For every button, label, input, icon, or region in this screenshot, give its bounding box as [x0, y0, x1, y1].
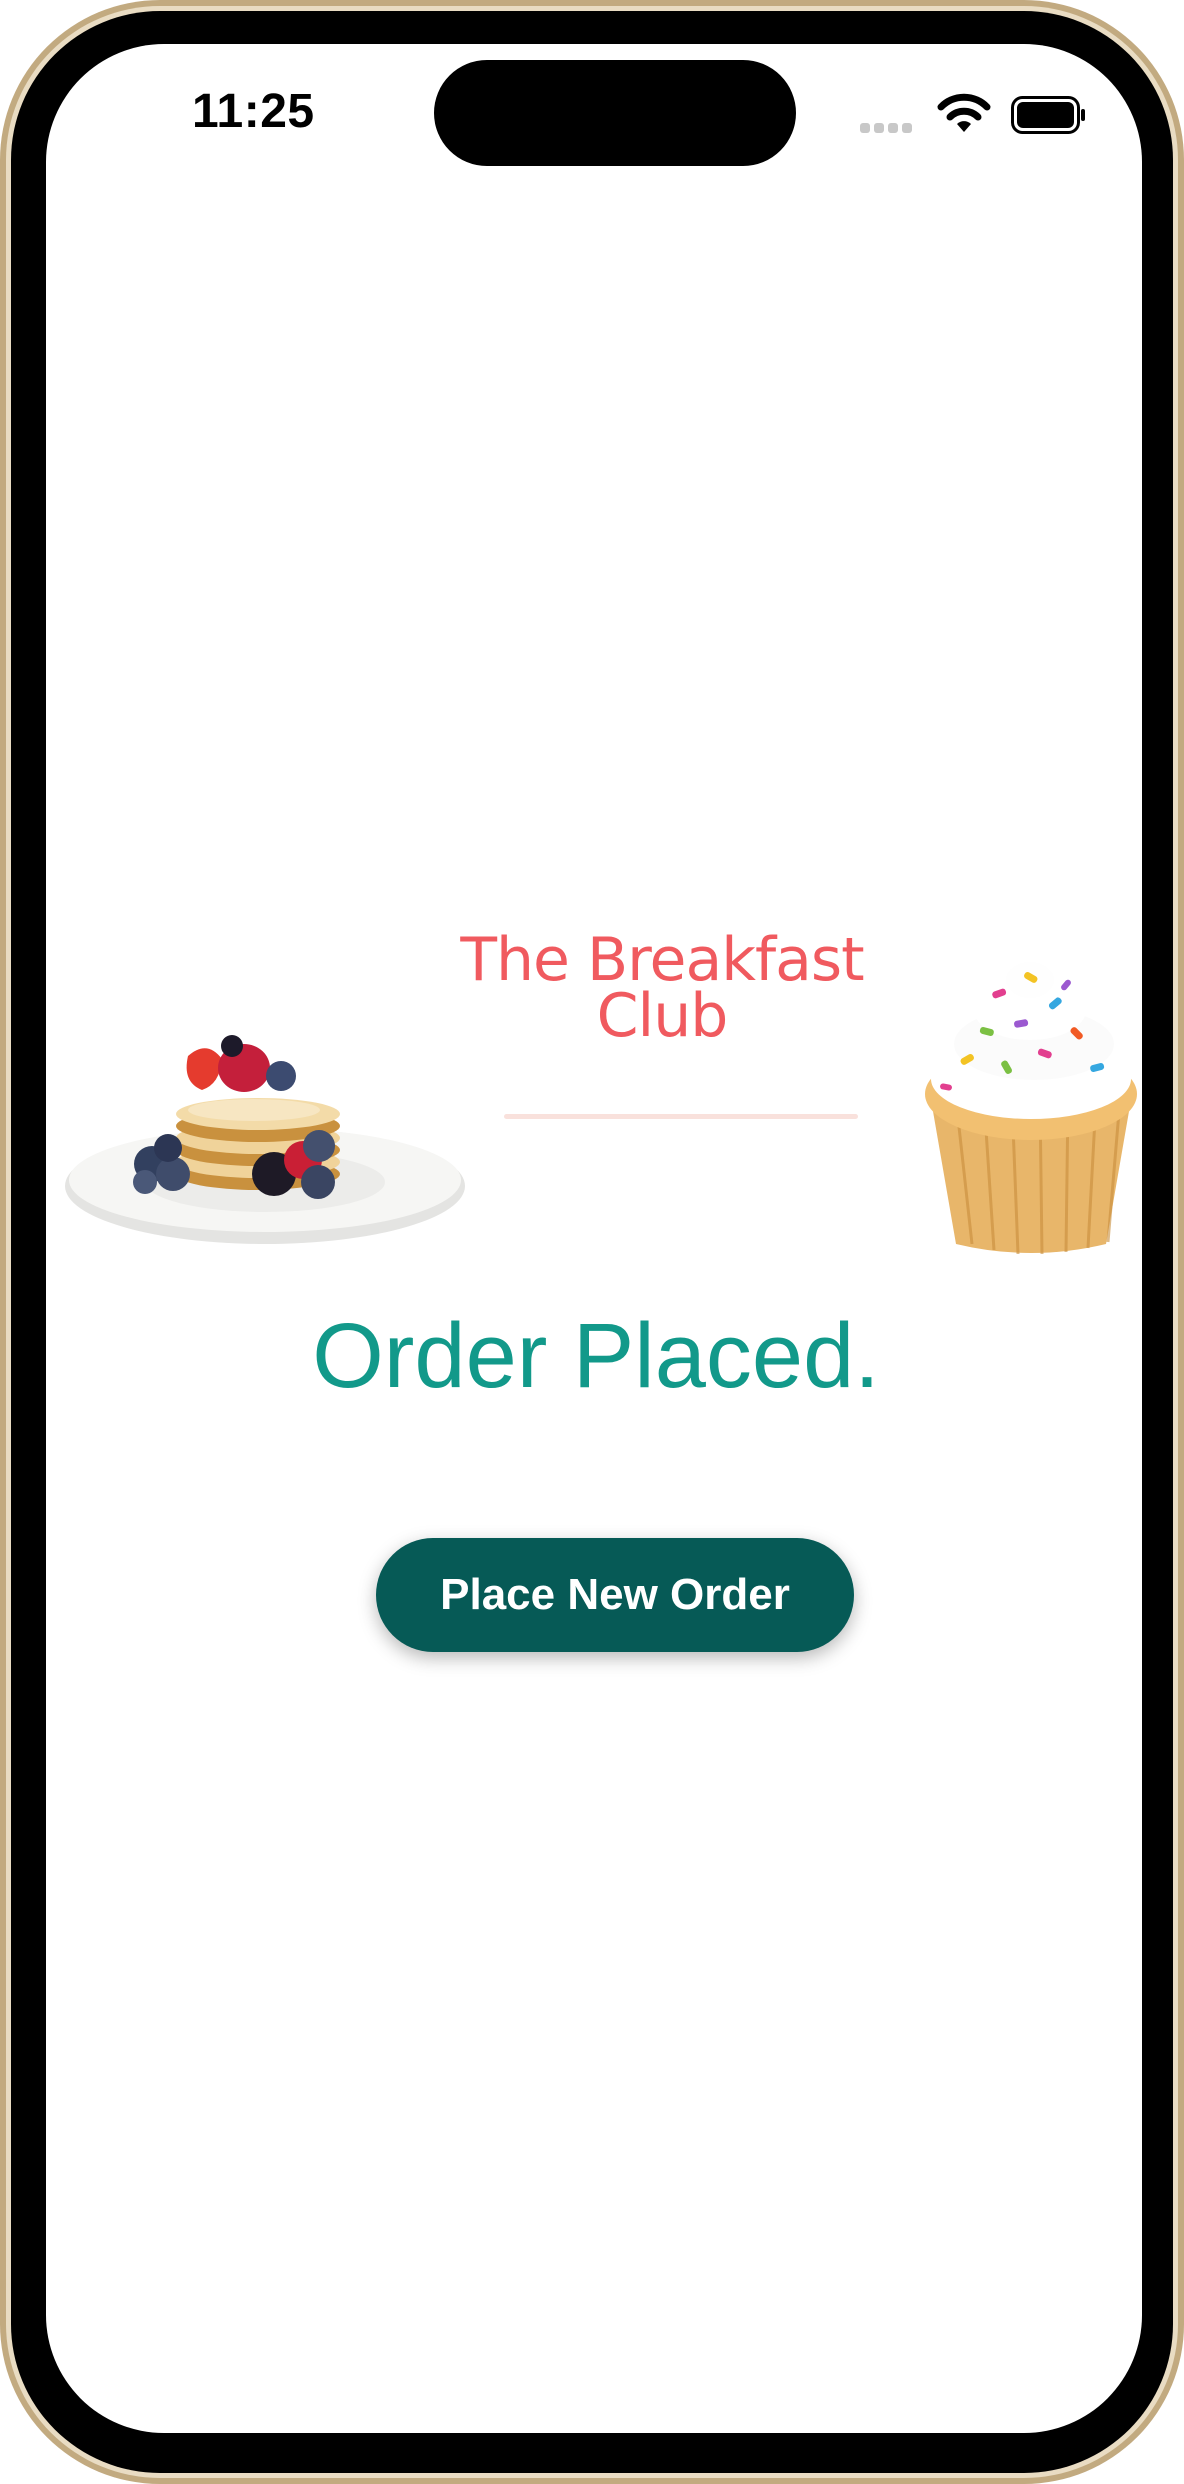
- status-bar-time: 11:25: [192, 85, 315, 138]
- cellular-signal-icon: [860, 120, 920, 133]
- pancake-stack-image: [65, 1035, 465, 1244]
- phone-frame: 11:25 The Breakfast Club Order Placed. P…: [0, 0, 1184, 2484]
- phone-bezel: 11:25 The Breakfast Club Order Placed. P…: [11, 11, 1173, 2473]
- brand-divider: [504, 1114, 858, 1119]
- battery-icon: [1011, 96, 1085, 134]
- phone-frame-rim: 11:25 The Breakfast Club Order Placed. P…: [6, 6, 1178, 2478]
- place-new-order-button[interactable]: Place New Order: [376, 1538, 854, 1652]
- app-screen: 11:25 The Breakfast Club Order Placed. P…: [46, 44, 1142, 2433]
- dynamic-island: [434, 60, 796, 166]
- cupcake-image: [925, 962, 1137, 1255]
- wifi-icon: [937, 93, 991, 132]
- brand-title: The Breakfast Club: [460, 925, 864, 1051]
- order-status-message: Order Placed.: [312, 1305, 880, 1407]
